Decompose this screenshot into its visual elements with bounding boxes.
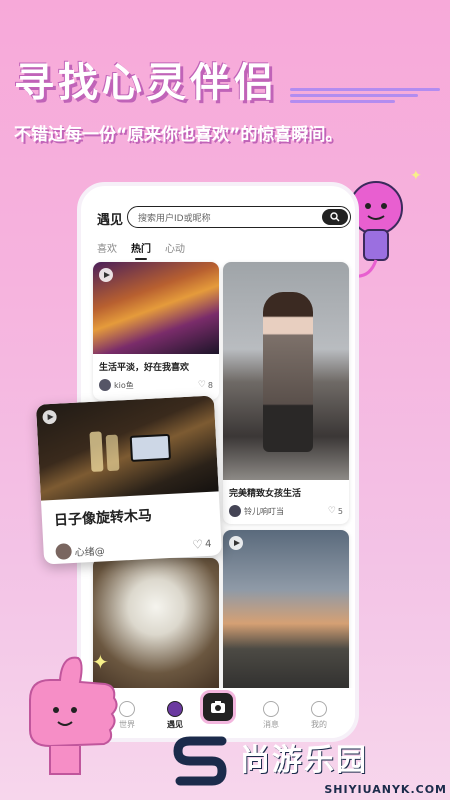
- message-icon: [263, 701, 279, 717]
- featured-card[interactable]: 日子像旋转木马 心绪@ ♡ 4: [35, 395, 223, 565]
- nav-messages[interactable]: 消息: [251, 701, 291, 730]
- like-button[interactable]: ♡ 8: [198, 380, 213, 390]
- thumbs-up-mascot-icon: [29, 656, 118, 775]
- promo-subline: 不错过每一份“原来你也喜欢”的惊喜瞬间。: [14, 125, 343, 145]
- card-meta: 铃儿响叮当 ♡ 5: [223, 499, 349, 523]
- profile-icon: [311, 701, 327, 717]
- tab-crush[interactable]: 心动: [165, 240, 185, 255]
- card-image: [223, 262, 349, 480]
- search-placeholder: 搜索用户ID或昵称: [138, 214, 211, 224]
- card-title: 生活平淡，好在我喜欢: [99, 363, 190, 373]
- nav-label: 消息: [263, 720, 279, 729]
- nav-profile[interactable]: 我的: [299, 701, 339, 730]
- photo-glasses: [105, 434, 120, 472]
- card-image: [93, 262, 219, 354]
- search-icon: [330, 211, 340, 221]
- card-author: 心绪@: [74, 545, 105, 559]
- play-icon: [42, 409, 57, 425]
- watermark-logo-icon: [173, 736, 227, 786]
- card-meta: kio鱼 ♡ 8: [93, 373, 219, 397]
- search-button[interactable]: [322, 208, 348, 225]
- tab-hot[interactable]: 热门: [131, 240, 151, 260]
- decorative-lines: [290, 88, 440, 108]
- promo-headline: 寻找心灵伴侣: [14, 60, 278, 106]
- avatar: [99, 379, 111, 391]
- card-author: kio鱼: [114, 380, 134, 390]
- nav-meet[interactable]: 遇见: [155, 701, 195, 730]
- avatar: [55, 543, 73, 560]
- watermark-name: 尚游乐园: [240, 743, 368, 778]
- play-icon: [229, 536, 243, 550]
- sparkle-icon: ✦: [410, 168, 422, 184]
- card-image: [35, 395, 219, 501]
- avatar: [229, 505, 241, 517]
- like-count: 5: [337, 506, 343, 516]
- watermark-url: SHIYIUANYK.COM: [324, 783, 447, 796]
- heart-icon: ♡: [327, 506, 336, 516]
- camera-button[interactable]: [200, 690, 236, 724]
- watermark: 尚游乐园 SHIYIUANYK.COM: [172, 735, 447, 797]
- like-count: 8: [207, 380, 213, 390]
- app-header: 遇见 搜索用户ID或昵称: [97, 206, 351, 230]
- sparkle-icon: ✦: [92, 650, 109, 674]
- feed-card[interactable]: [223, 530, 349, 700]
- photo-tablet: [129, 433, 171, 462]
- camera-icon: [211, 701, 225, 713]
- nav-label: 遇见: [167, 720, 183, 729]
- meet-icon: [167, 701, 183, 717]
- like-count: 4: [204, 538, 212, 550]
- heart-icon: ♡: [197, 380, 206, 390]
- nav-label: 我的: [311, 720, 327, 729]
- page-title: 遇见: [97, 213, 124, 228]
- heart-icon: ♡: [191, 537, 204, 552]
- card-image: [223, 530, 349, 700]
- feed-card[interactable]: 生活平淡，好在我喜欢 kio鱼 ♡ 8: [93, 262, 219, 400]
- search-input[interactable]: 搜索用户ID或昵称: [127, 206, 351, 228]
- feed-tabs: 喜欢 热门 心动: [97, 240, 185, 260]
- feed-card[interactable]: 完美精致女孩生活 铃儿响叮当 ♡ 5: [223, 262, 349, 524]
- card-author: 铃儿响叮当: [244, 506, 284, 516]
- card-title: 完美精致女孩生活: [229, 489, 302, 499]
- tab-like[interactable]: 喜欢: [97, 240, 117, 255]
- photo-glasses: [89, 431, 104, 472]
- photo-subject: [263, 292, 313, 452]
- like-button[interactable]: ♡ 5: [328, 506, 343, 516]
- like-button[interactable]: ♡ 4: [192, 537, 212, 552]
- play-icon: [99, 268, 113, 282]
